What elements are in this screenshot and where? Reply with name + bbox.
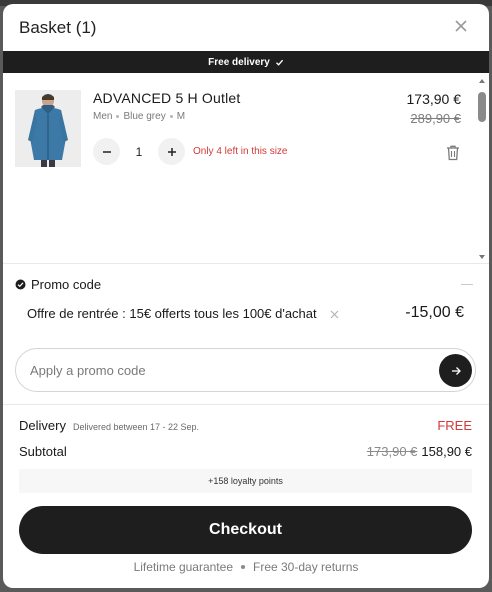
delivery-row: Delivery Delivered between 17 - 22 Sep. … (19, 418, 472, 433)
lifetime-guarantee-text: Lifetime guarantee (133, 560, 233, 574)
remove-promo-button[interactable] (330, 306, 339, 322)
promo-code-field (15, 348, 476, 392)
scroll-down-arrow-icon[interactable] (479, 255, 485, 259)
trash-icon (447, 145, 459, 161)
free-returns-text: Free 30-day returns (253, 560, 359, 574)
free-delivery-text: Free delivery (208, 56, 270, 68)
loyalty-points-badge: +158 loyalty points (19, 469, 472, 493)
increase-quantity-button[interactable] (158, 138, 185, 165)
close-button[interactable] (453, 18, 469, 34)
arrow-right-icon (451, 366, 461, 375)
checkout-button[interactable]: Checkout (19, 506, 472, 554)
subtotal-label: Subtotal (19, 444, 67, 459)
promo-title: Promo code (31, 277, 102, 292)
price-original: 289,90 € (410, 111, 461, 126)
price-current: 173,90 € (406, 91, 462, 107)
subtotal-discounted: 158,90 € (421, 444, 472, 459)
quantity-stepper: 1 (93, 138, 185, 165)
basket-modal: Basket (1) Free delivery ADVANCED 5 H Ou… (3, 4, 489, 588)
product-image[interactable] (15, 90, 81, 167)
product-size: M (176, 111, 186, 122)
separator-dot (169, 115, 173, 118)
apply-promo-button[interactable] (439, 354, 472, 387)
applied-promo-amount: -15,00 € (405, 304, 464, 321)
close-icon (455, 20, 467, 32)
promo-check-badge-icon (15, 279, 26, 290)
modal-header: Basket (1) (3, 4, 489, 51)
quantity-value[interactable]: 1 (120, 145, 158, 159)
decrease-quantity-button[interactable] (93, 138, 120, 165)
scroll-up-arrow-icon[interactable] (479, 79, 485, 83)
promo-code-input[interactable] (30, 358, 430, 382)
remove-item-button[interactable] (445, 144, 461, 161)
product-color: Blue grey (123, 111, 166, 122)
subtotal-original: 173,90 € (366, 444, 418, 459)
section-divider (3, 263, 489, 264)
promo-section-header[interactable]: Promo code (15, 277, 101, 292)
free-delivery-banner: Free delivery (3, 51, 489, 73)
plus-icon (167, 147, 176, 156)
scrollbar-thumb[interactable] (478, 92, 486, 122)
delivery-eta: Delivered between 17 - 22 Sep. (72, 422, 200, 432)
close-icon (330, 310, 339, 319)
separator-dot (241, 565, 245, 569)
separator-dot (116, 115, 120, 118)
basket-title: Basket (1) (19, 18, 97, 37)
product-gender: Men (93, 111, 113, 122)
collapse-icon[interactable] (461, 284, 473, 285)
subtotal-row: Subtotal 173,90 € 158,90 € (19, 444, 472, 459)
product-attributes: Men Blue grey M (93, 111, 185, 122)
delivery-price: FREE (437, 418, 472, 433)
product-name[interactable]: ADVANCED 5 H Outlet (93, 90, 240, 106)
applied-promo-label: Offre de rentrée : 15€ offerts tous les … (27, 306, 317, 321)
delivery-label: Delivery (19, 418, 66, 433)
section-divider (3, 404, 489, 405)
footer-guarantees: Lifetime guarantee Free 30-day returns (3, 560, 489, 574)
minus-icon (102, 150, 111, 153)
checkmark-icon (275, 59, 283, 66)
product-jacket-image (15, 90, 81, 167)
cart-scrollbar[interactable] (477, 77, 487, 259)
low-stock-message: Only 4 left in this size (193, 146, 288, 157)
cart-items-list: ADVANCED 5 H Outlet Men Blue grey M 173,… (3, 73, 489, 263)
